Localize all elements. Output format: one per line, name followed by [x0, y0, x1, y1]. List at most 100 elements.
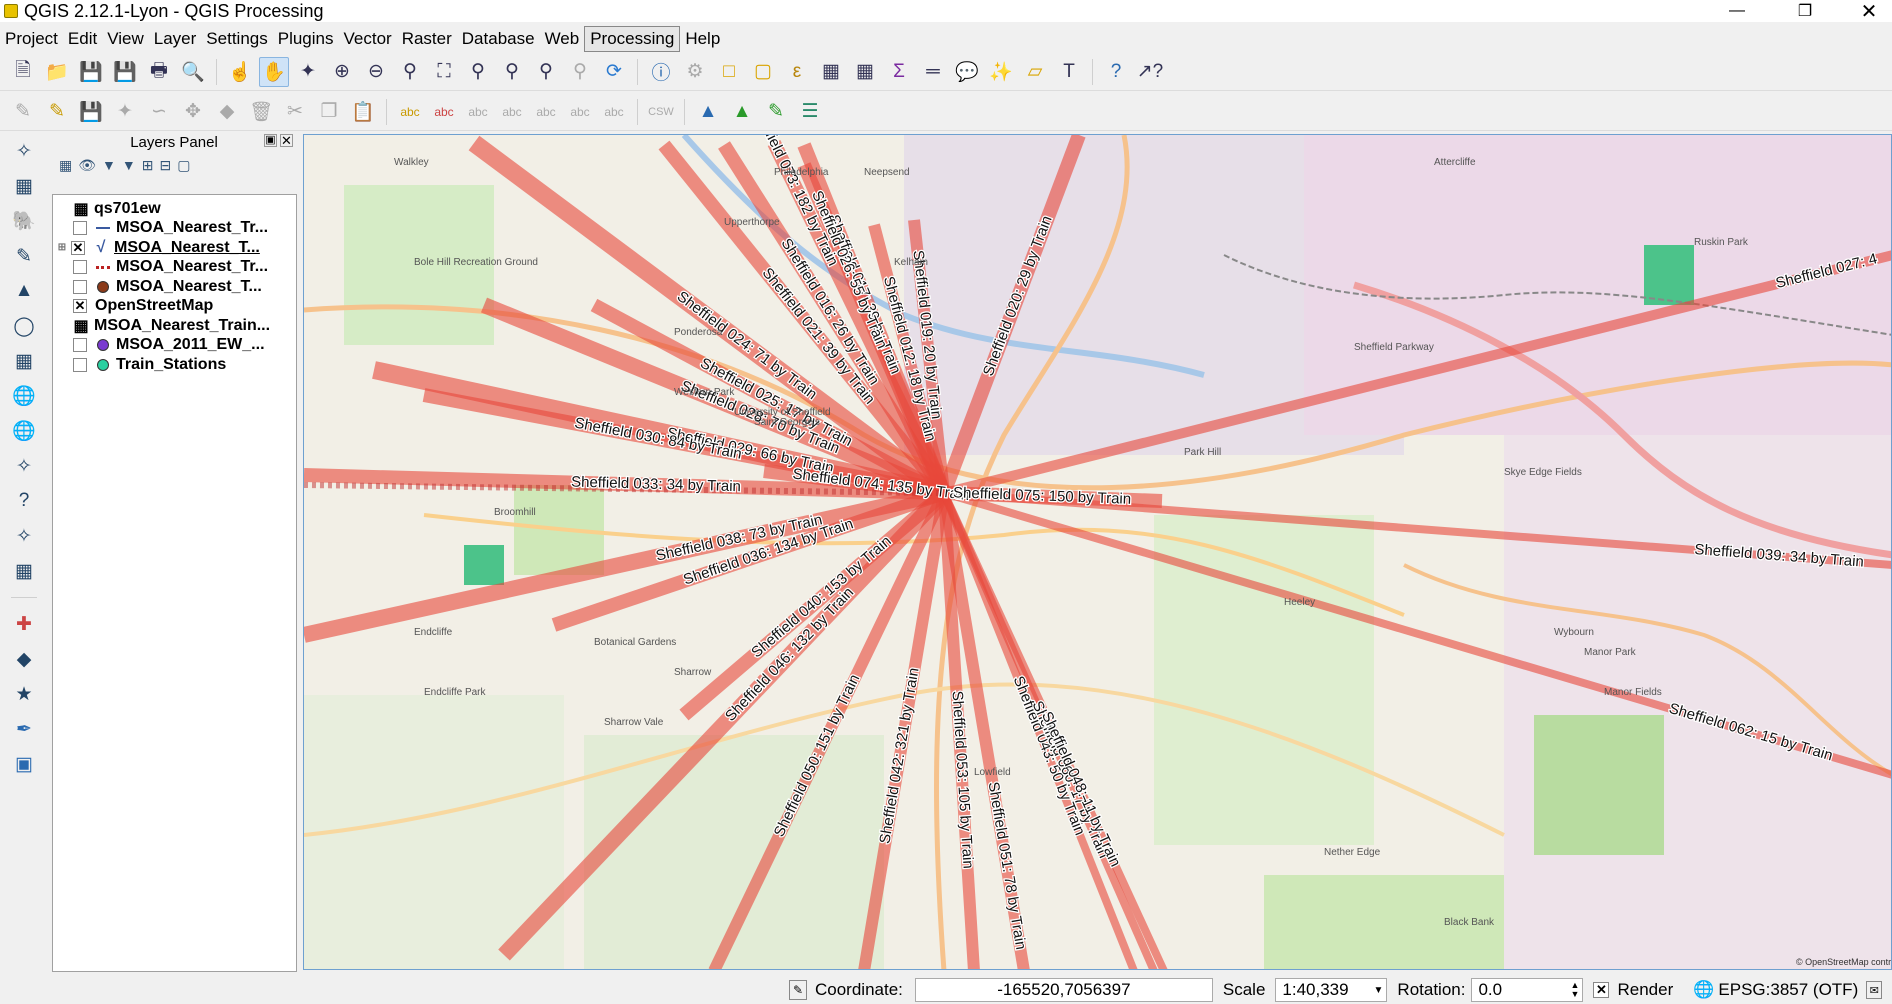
scale-combobox[interactable]: 1:40,339 ▼	[1275, 978, 1388, 1002]
layer-checkbox[interactable]: ✕	[73, 298, 87, 314]
minimize-icon[interactable]: —	[1714, 0, 1760, 22]
zoom-out-icon[interactable]: ⊖	[361, 57, 391, 87]
layer-item[interactable]: MSOA_2011_EW_...	[53, 336, 296, 356]
expand-all-icon[interactable]: ⊞	[142, 157, 154, 174]
add-group-icon[interactable]: 👁	[78, 157, 96, 174]
pin-labels-icon[interactable]: abc	[463, 97, 493, 127]
new-print-composer-icon[interactable]: 🖶	[144, 57, 174, 87]
move-label-icon[interactable]: abc	[531, 97, 561, 127]
node-edit-icon[interactable]: ◆	[8, 644, 40, 674]
python-console-icon[interactable]: ▲	[693, 97, 723, 127]
paste-features-icon[interactable]: 📋	[348, 97, 378, 127]
restore-icon[interactable]: ❐	[1782, 0, 1828, 22]
add-postgis-layer-icon[interactable]: 🐘	[8, 206, 40, 236]
digitize-icon[interactable]: ✚	[8, 609, 40, 639]
toggle-editing-icon[interactable]: ✎	[42, 97, 72, 127]
layer-checkbox[interactable]	[73, 279, 87, 294]
rotate-label-icon[interactable]: abc	[565, 97, 595, 127]
zoom-in-icon[interactable]: ⊕	[327, 57, 357, 87]
rotation-spinbox[interactable]: 0.0 ▲ ▼	[1471, 978, 1584, 1002]
move-feature-icon[interactable]: ✥	[178, 97, 208, 127]
add-delimited-text-icon[interactable]: ?	[8, 486, 40, 516]
layer-diagram-icon[interactable]: abc	[429, 97, 459, 127]
profile-tool-icon[interactable]: ▲	[727, 97, 757, 127]
csw-icon[interactable]: CSW	[646, 97, 676, 127]
add-oracle-layer-icon[interactable]: ◯	[8, 311, 40, 341]
menu-view[interactable]: View	[102, 27, 149, 51]
text-annotation-icon[interactable]: T	[1054, 57, 1084, 87]
map-swipe-icon[interactable]: ▣	[8, 749, 40, 779]
add-spatialite-layer-icon[interactable]: ✎	[8, 241, 40, 271]
pan-map-icon[interactable]: ✋	[259, 56, 289, 87]
field-calculator-icon[interactable]: ▦	[850, 57, 880, 87]
zoom-native-icon[interactable]: ⚲	[395, 57, 425, 87]
zoom-last-icon[interactable]: ⚲	[531, 57, 561, 87]
delete-selected-icon[interactable]: 🗑	[246, 97, 276, 127]
coordinate-field[interactable]: -165520,7056397	[914, 978, 1213, 1002]
layers-stack-icon[interactable]: ☰	[795, 97, 825, 127]
copy-features-icon[interactable]: ❐	[314, 97, 344, 127]
menu-layer[interactable]: Layer	[149, 27, 202, 51]
filter-by-expression-icon[interactable]: ▼	[122, 157, 136, 173]
expand-icon[interactable]: ⊞	[57, 242, 67, 253]
add-db2-layer-icon[interactable]: ▦	[8, 346, 40, 376]
select-by-expression-icon[interactable]: ε	[782, 57, 812, 87]
close-panel-icon[interactable]: ✕	[280, 134, 293, 147]
layer-labeling-icon[interactable]: abc	[395, 97, 425, 127]
node-tool-icon[interactable]: ◆	[212, 97, 242, 127]
change-label-icon[interactable]: abc	[599, 97, 629, 127]
menu-help[interactable]: Help	[680, 27, 725, 51]
deselect-all-icon[interactable]: ▢	[748, 57, 778, 87]
menu-project[interactable]: Project	[0, 27, 63, 51]
layer-checkbox[interactable]	[73, 221, 87, 236]
render-checkbox[interactable]: ✕	[1593, 982, 1610, 998]
globe-icon[interactable]: 🌐	[1693, 980, 1714, 1000]
save-as-icon[interactable]: 💾	[110, 57, 140, 87]
add-raster-layer-icon[interactable]: ▦	[8, 171, 40, 201]
identify-features-icon[interactable]: ⓘ	[646, 57, 676, 87]
show-hide-labels-icon[interactable]: abc	[497, 97, 527, 127]
zoom-to-layer-icon[interactable]: ⚲	[497, 57, 527, 87]
layer-item[interactable]: Train_Stations	[53, 355, 296, 375]
save-layer-edits-icon[interactable]: 💾	[76, 97, 106, 127]
pan-to-selection-icon[interactable]: ✦	[293, 57, 323, 87]
measure-line-icon[interactable]: ═	[918, 57, 948, 87]
add-circular-string-icon[interactable]: ∽	[144, 97, 174, 127]
zoom-next-icon[interactable]: ⚲	[565, 57, 595, 87]
crs-status[interactable]: EPSG:3857 (OTF)	[1718, 980, 1858, 1000]
menu-database[interactable]: Database	[457, 27, 540, 51]
spin-arrows-icon[interactable]: ▲ ▼	[1571, 981, 1580, 999]
menu-raster[interactable]: Raster	[397, 27, 457, 51]
run-feature-action-icon[interactable]: ⚙	[680, 57, 710, 87]
map-tips-icon[interactable]: 💬	[952, 57, 982, 87]
statistics-icon[interactable]: Σ	[884, 57, 914, 87]
cut-features-icon[interactable]: ✂	[280, 97, 310, 127]
select-features-icon[interactable]: □	[714, 57, 744, 87]
add-virtual-layer-icon[interactable]: ▦	[8, 556, 40, 586]
layer-item[interactable]: MSOA_Nearest_Tr...	[53, 258, 296, 278]
messages-icon[interactable]: ✉	[1866, 981, 1883, 999]
float-panel-icon[interactable]: ▣	[264, 134, 277, 147]
add-wfs-layer-icon[interactable]: ✧	[8, 451, 40, 481]
menu-vector[interactable]: Vector	[339, 27, 397, 51]
layer-item[interactable]: MSOA_Nearest_Tr...	[53, 219, 296, 239]
add-vector-layer-icon[interactable]: ✧	[8, 136, 40, 166]
touch-zoom-icon[interactable]: ☝	[225, 57, 255, 87]
collapse-all-icon[interactable]: ⊟	[159, 157, 171, 174]
composer-manager-icon[interactable]: 🔍	[178, 57, 208, 87]
add-wms-layer-icon[interactable]: 🌐	[8, 381, 40, 411]
layer-style-icon[interactable]: ▦	[59, 157, 72, 174]
new-shapefile-icon[interactable]: ✧	[8, 521, 40, 551]
plugin-tool-icon[interactable]: ✎	[761, 97, 791, 127]
gps-icon[interactable]: ★	[8, 679, 40, 709]
menu-processing[interactable]: Processing	[584, 26, 681, 52]
menu-settings[interactable]: Settings	[201, 27, 272, 51]
toggle-extents-icon[interactable]: ✎	[789, 980, 807, 1000]
menu-web[interactable]: Web	[540, 27, 585, 51]
layer-item[interactable]: MSOA_Nearest_T...	[53, 277, 296, 297]
layer-checkbox[interactable]	[73, 338, 87, 353]
zoom-full-icon[interactable]: ⛶	[429, 57, 459, 87]
save-project-icon[interactable]: 💾	[76, 57, 106, 87]
help-icon[interactable]: ?	[1101, 57, 1131, 87]
attribute-table-icon[interactable]: ▦	[816, 57, 846, 87]
